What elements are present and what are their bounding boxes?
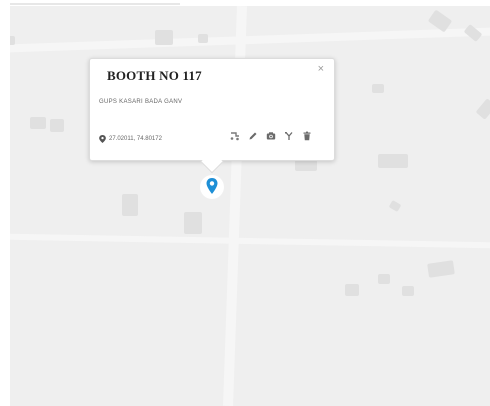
map-building	[427, 260, 455, 278]
coordinates-row: 27.02011, 74.80172	[99, 135, 162, 143]
map-building	[378, 154, 408, 168]
top-divider	[10, 3, 180, 5]
map-building	[463, 24, 483, 42]
map-pin-icon[interactable]	[200, 174, 224, 200]
map-building	[345, 284, 359, 296]
route-icon[interactable]	[230, 131, 240, 141]
fork-icon[interactable]	[284, 131, 294, 141]
map-road	[10, 233, 490, 249]
coordinates-text: 27.02011, 74.80172	[109, 136, 162, 142]
popup-toolbar	[230, 131, 312, 141]
map-building	[402, 286, 414, 296]
map-road	[10, 27, 490, 53]
map-building	[198, 34, 208, 43]
map-building	[475, 98, 490, 120]
delete-icon[interactable]	[302, 131, 312, 141]
map-building	[295, 160, 317, 171]
map-building	[30, 117, 46, 129]
map-building	[10, 36, 15, 45]
map-building	[372, 84, 384, 93]
map-building	[378, 274, 390, 284]
location-icon	[99, 135, 106, 143]
map-building	[122, 194, 138, 216]
camera-icon[interactable]	[266, 131, 276, 141]
map-building	[184, 212, 202, 234]
map-building	[155, 30, 173, 45]
edit-icon[interactable]	[248, 131, 258, 141]
close-icon[interactable]: ×	[318, 64, 324, 75]
popup-title: BOOTH NO 117	[107, 68, 202, 83]
booth-popup: BOOTH NO 117 × GUPS KASARI BADA GANV 27.…	[89, 58, 335, 174]
popup-subtitle: GUPS KASARI BADA GANV	[99, 99, 183, 105]
map-building	[388, 200, 402, 212]
map-building	[50, 119, 64, 132]
